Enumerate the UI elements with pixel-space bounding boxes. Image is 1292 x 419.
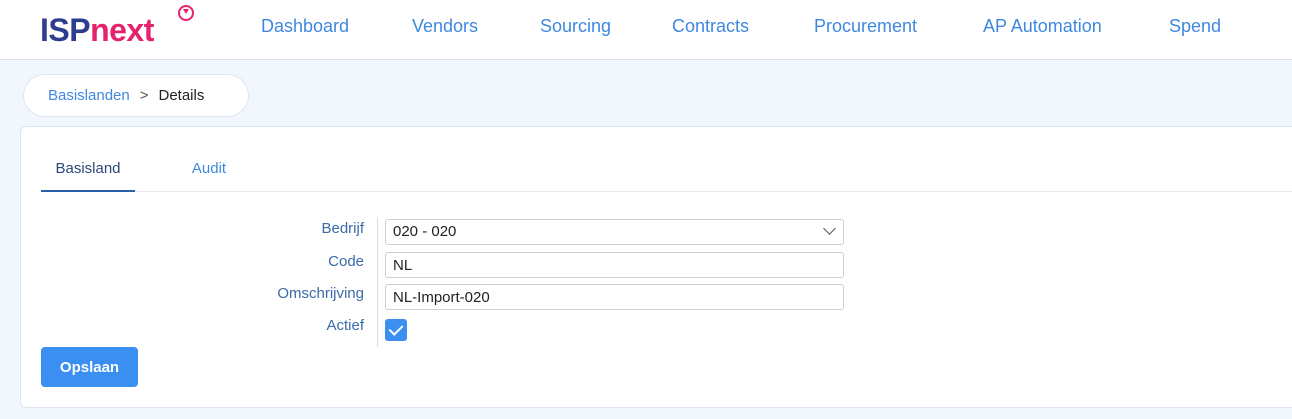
nav-item-ap-automation[interactable]: AP Automation [983,16,1102,37]
nav-item-contracts[interactable]: Contracts [672,16,749,37]
nav-item-vendors[interactable]: Vendors [412,16,478,37]
actief-checkbox[interactable] [385,319,407,341]
tab-audit[interactable]: Audit [189,155,229,192]
breadcrumb-current: Details [158,87,205,104]
actief-label: Actief [326,317,364,334]
code-input[interactable] [385,252,844,278]
nav-item-procurement[interactable]: Procurement [814,16,917,37]
bedrijf-select[interactable]: 020 - 020 [385,219,844,245]
nav-item-spend[interactable]: Spend [1169,16,1221,37]
code-label: Code [328,253,364,270]
bedrijf-value: 020 - 020 [393,223,457,240]
tab-bar: Basisland Audit [41,155,1292,192]
save-button[interactable]: Opslaan [41,347,138,387]
details-card: Basisland Audit Bedrijf 020 - 020 Code O… [20,126,1292,408]
breadcrumb-link-basislanden[interactable]: Basislanden [48,87,130,104]
omschrijving-input[interactable] [385,284,844,310]
top-navigation-bar: ISPnext Dashboard Vendors Sourcing Contr… [0,0,1292,60]
breadcrumb: Basislanden > Details [23,74,249,117]
form-divider [377,217,378,347]
bedrijf-label: Bedrijf [321,220,364,237]
logo-text-isp: ISP [40,12,91,48]
omschrijving-label: Omschrijving [277,285,364,302]
chevron-down-icon [823,222,836,235]
tab-basisland[interactable]: Basisland [41,155,135,192]
nav-item-dashboard[interactable]: Dashboard [261,16,349,37]
heart-badge-icon [178,5,194,21]
logo-text-next: next [90,12,154,48]
ispnext-logo[interactable]: ISPnext [40,5,194,50]
nav-item-sourcing[interactable]: Sourcing [540,16,611,37]
breadcrumb-separator: > [139,87,149,104]
